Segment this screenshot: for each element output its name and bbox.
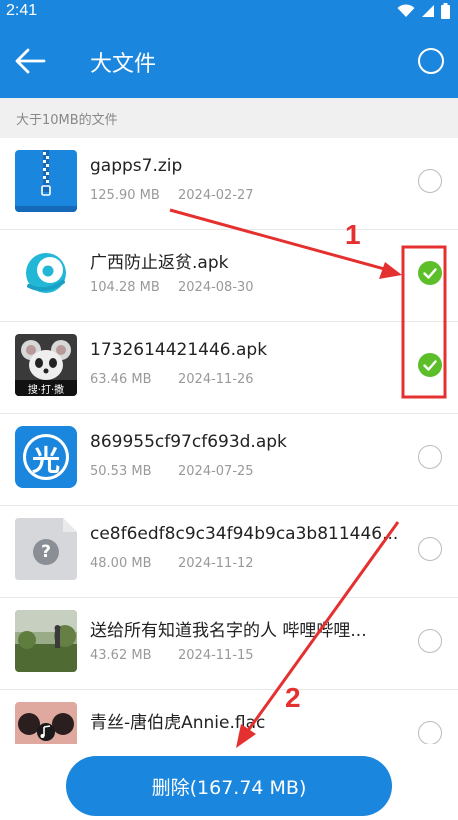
file-list: gapps7.zip 125.90 MB 2024-02-27 广西防止返贫.a…	[0, 138, 458, 744]
file-name: 1732614421446.apk	[90, 340, 268, 360]
music-thumbnail	[15, 702, 77, 744]
file-name: 送给所有知道我名字的人 哔哩哔哩...	[90, 621, 367, 641]
select-checkbox[interactable]	[418, 721, 442, 744]
back-arrow-icon[interactable]	[14, 46, 48, 76]
signal-icon	[422, 5, 434, 17]
wifi-icon	[397, 4, 415, 17]
bottom-bar: 删除(167.74 MB)	[0, 744, 458, 820]
file-name: ce8f6edf8c9c34f94b9ca3b811446...	[90, 524, 399, 544]
video-thumbnail	[15, 610, 77, 672]
page-title: 大文件	[90, 52, 157, 77]
select-checkbox[interactable]	[418, 537, 442, 561]
section-header: 大于10MB的文件	[0, 98, 458, 138]
file-name: 青丝-唐伯虎Annie.flac	[90, 713, 266, 733]
file-size: 104.28 MB	[90, 280, 160, 295]
file-row[interactable]: 送给所有知道我名字的人 哔哩哔哩... 43.62 MB 2024-11-15	[0, 598, 458, 690]
file-size: 50.53 MB	[90, 464, 152, 479]
file-date: 2024-08-30	[178, 280, 254, 295]
unknown-file-icon: ?	[15, 518, 77, 580]
file-name: gapps7.zip	[90, 156, 183, 176]
select-checkbox[interactable]	[418, 629, 442, 653]
status-bar: 2:41	[0, 0, 458, 24]
file-row[interactable]: 搜·打·撒 1732614421446.apk 63.46 MB 2024-11…	[0, 322, 458, 414]
mouse-game-icon: 搜·打·撒	[15, 334, 77, 396]
file-date: 2024-07-25	[178, 464, 254, 479]
file-row[interactable]: 青丝-唐伯虎Annie.flac	[0, 690, 458, 744]
file-date: 2024-11-26	[178, 372, 254, 387]
file-date: 2024-11-15	[178, 648, 254, 663]
select-checkbox[interactable]	[418, 445, 442, 469]
select-checkbox[interactable]	[418, 169, 442, 193]
file-name: 869955cf97cf693d.apk	[90, 432, 287, 452]
checkmark-icon	[423, 268, 437, 279]
zip-file-icon	[15, 150, 77, 212]
battery-icon	[441, 3, 450, 19]
file-row[interactable]: 广西防止返贫.apk 104.28 MB 2024-08-30	[0, 230, 458, 322]
guang-glyph: 光	[31, 444, 60, 477]
select-checkbox-checked[interactable]	[418, 353, 442, 377]
file-row[interactable]: gapps7.zip 125.90 MB 2024-02-27	[0, 138, 458, 230]
file-name: 广西防止返贫.apk	[90, 253, 229, 273]
file-size: 125.90 MB	[90, 188, 160, 203]
checkmark-icon	[423, 360, 437, 371]
file-date: 2024-11-12	[178, 556, 254, 571]
app-bar: 大文件	[0, 24, 458, 98]
file-row[interactable]: 光 869955cf97cf693d.apk 50.53 MB 2024-07-…	[0, 414, 458, 506]
app-logo-icon	[15, 242, 77, 304]
guang-app-icon: 光	[15, 426, 77, 488]
file-size: 63.46 MB	[90, 372, 152, 387]
file-row[interactable]: ? ce8f6edf8c9c34f94b9ca3b811446... 48.00…	[0, 506, 458, 598]
select-all-checkbox[interactable]	[418, 48, 444, 74]
question-glyph: ?	[41, 542, 51, 562]
status-time: 2:41	[6, 2, 38, 19]
file-size: 43.62 MB	[90, 648, 152, 663]
select-checkbox-checked[interactable]	[418, 261, 442, 285]
file-size: 48.00 MB	[90, 556, 152, 571]
delete-button[interactable]: 删除(167.74 MB)	[66, 756, 392, 816]
game-badge-text: 搜·打·撒	[27, 385, 65, 396]
file-date: 2024-02-27	[178, 188, 254, 203]
system-icons	[397, 3, 450, 19]
